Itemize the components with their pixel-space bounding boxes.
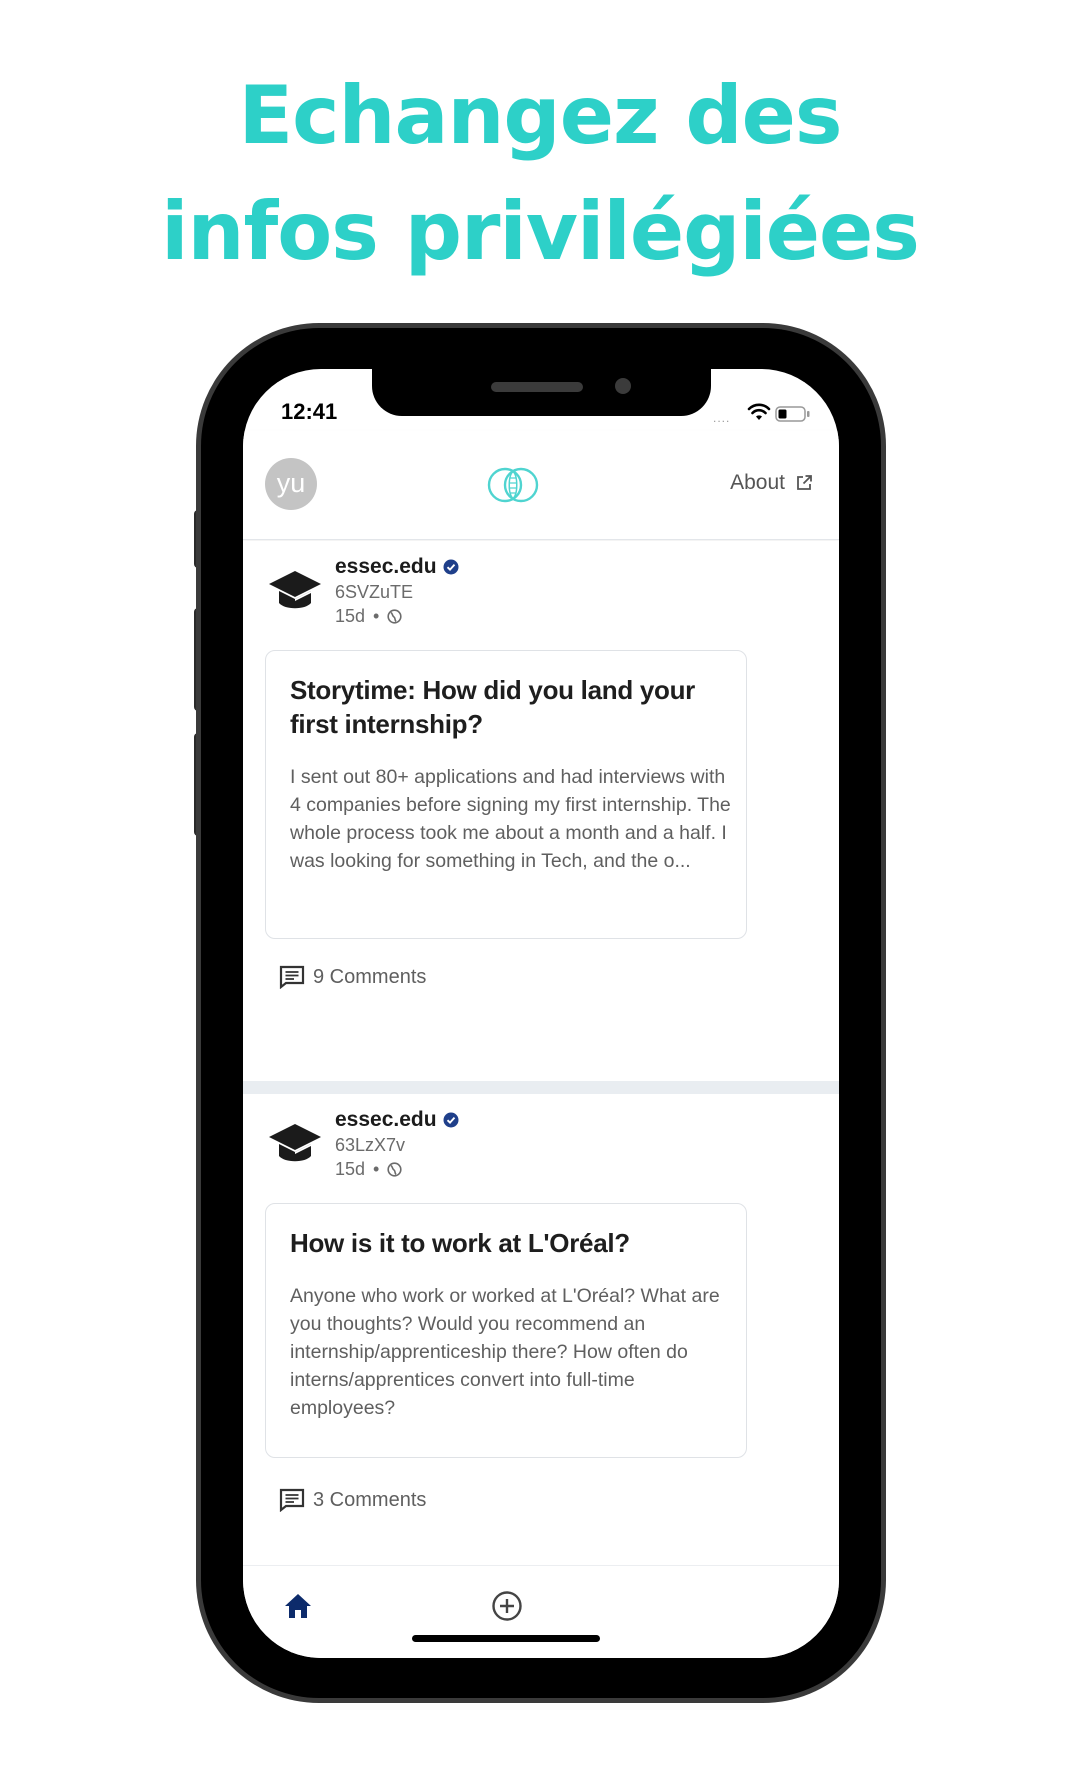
meta-separator: • xyxy=(373,606,380,626)
post-meta: 15d • xyxy=(335,1159,402,1180)
post-meta: 15d • xyxy=(335,606,402,627)
post-age: 15d xyxy=(335,1159,366,1179)
comments-link[interactable]: 9 Comments xyxy=(279,965,426,989)
headline-line-2: infos privilégiées xyxy=(161,185,920,278)
battery-icon xyxy=(775,406,810,422)
post-title: How is it to work at L'Oréal? xyxy=(290,1228,630,1258)
post-author-name: essec.edu xyxy=(335,555,437,578)
headline: Echangez des infos privilégiées xyxy=(0,58,1080,290)
post-content-card[interactable]: Storytime: How did you land your first i… xyxy=(265,650,747,939)
comment-icon xyxy=(279,1488,305,1512)
home-icon[interactable] xyxy=(283,1592,313,1620)
signal-indicator: .... xyxy=(713,411,731,425)
add-icon[interactable] xyxy=(491,1590,523,1622)
wifi-icon xyxy=(747,403,771,420)
logo-icon[interactable] xyxy=(486,466,540,504)
home-indicator[interactable] xyxy=(412,1635,600,1642)
post-handle: 6SVZuTE xyxy=(335,582,414,602)
graduation-cap-icon xyxy=(269,571,321,609)
post-title: Storytime: How did you land your first i… xyxy=(290,675,695,739)
notch xyxy=(372,369,711,416)
post-author[interactable]: essec.edu xyxy=(335,1108,459,1132)
post-body: Anyone who work or worked at L'Oréal? Wh… xyxy=(290,1285,720,1419)
feed: essec.edu 6SVZuTE 15d • Storytime: How d… xyxy=(243,541,839,1574)
globe-icon xyxy=(387,609,402,624)
comments-count: 3 Comments xyxy=(313,1488,427,1511)
about-link[interactable]: About xyxy=(730,471,813,495)
post-card-2[interactable]: essec.edu 63LzX7v 15d • How is it to wor… xyxy=(243,1094,839,1574)
post-age: 15d xyxy=(335,606,366,626)
about-label: About xyxy=(730,471,785,494)
avatar[interactable]: yu xyxy=(265,458,317,510)
globe-icon xyxy=(387,1162,402,1177)
app-header: yu About xyxy=(243,431,839,540)
comment-icon xyxy=(279,965,305,989)
status-time: 12:41 xyxy=(281,399,338,424)
headline-line-1: Echangez des xyxy=(238,69,842,162)
tab-bar xyxy=(243,1565,839,1658)
post-author-name: essec.edu xyxy=(335,1108,437,1131)
front-camera xyxy=(615,378,631,394)
graduation-cap-icon xyxy=(269,1124,321,1162)
comments-link[interactable]: 3 Comments xyxy=(279,1488,426,1512)
comments-count: 9 Comments xyxy=(313,965,427,988)
verified-icon xyxy=(443,559,459,575)
speaker-grille xyxy=(491,382,583,392)
meta-separator: • xyxy=(373,1159,380,1179)
post-handle: 63LzX7v xyxy=(335,1135,406,1155)
post-body: I sent out 80+ applications and had inte… xyxy=(290,766,731,872)
status-icons: .... xyxy=(713,403,823,425)
external-link-icon xyxy=(797,475,812,490)
verified-icon xyxy=(443,1112,459,1128)
post-content-card[interactable]: How is it to work at L'Oréal? Anyone who… xyxy=(265,1203,747,1458)
post-card-1[interactable]: essec.edu 6SVZuTE 15d • Storytime: How d… xyxy=(243,541,839,1081)
post-author[interactable]: essec.edu xyxy=(335,555,459,579)
phone-screen: 12:41 .... yu About essec.edu 6SVZuTE 15… xyxy=(243,369,839,1658)
